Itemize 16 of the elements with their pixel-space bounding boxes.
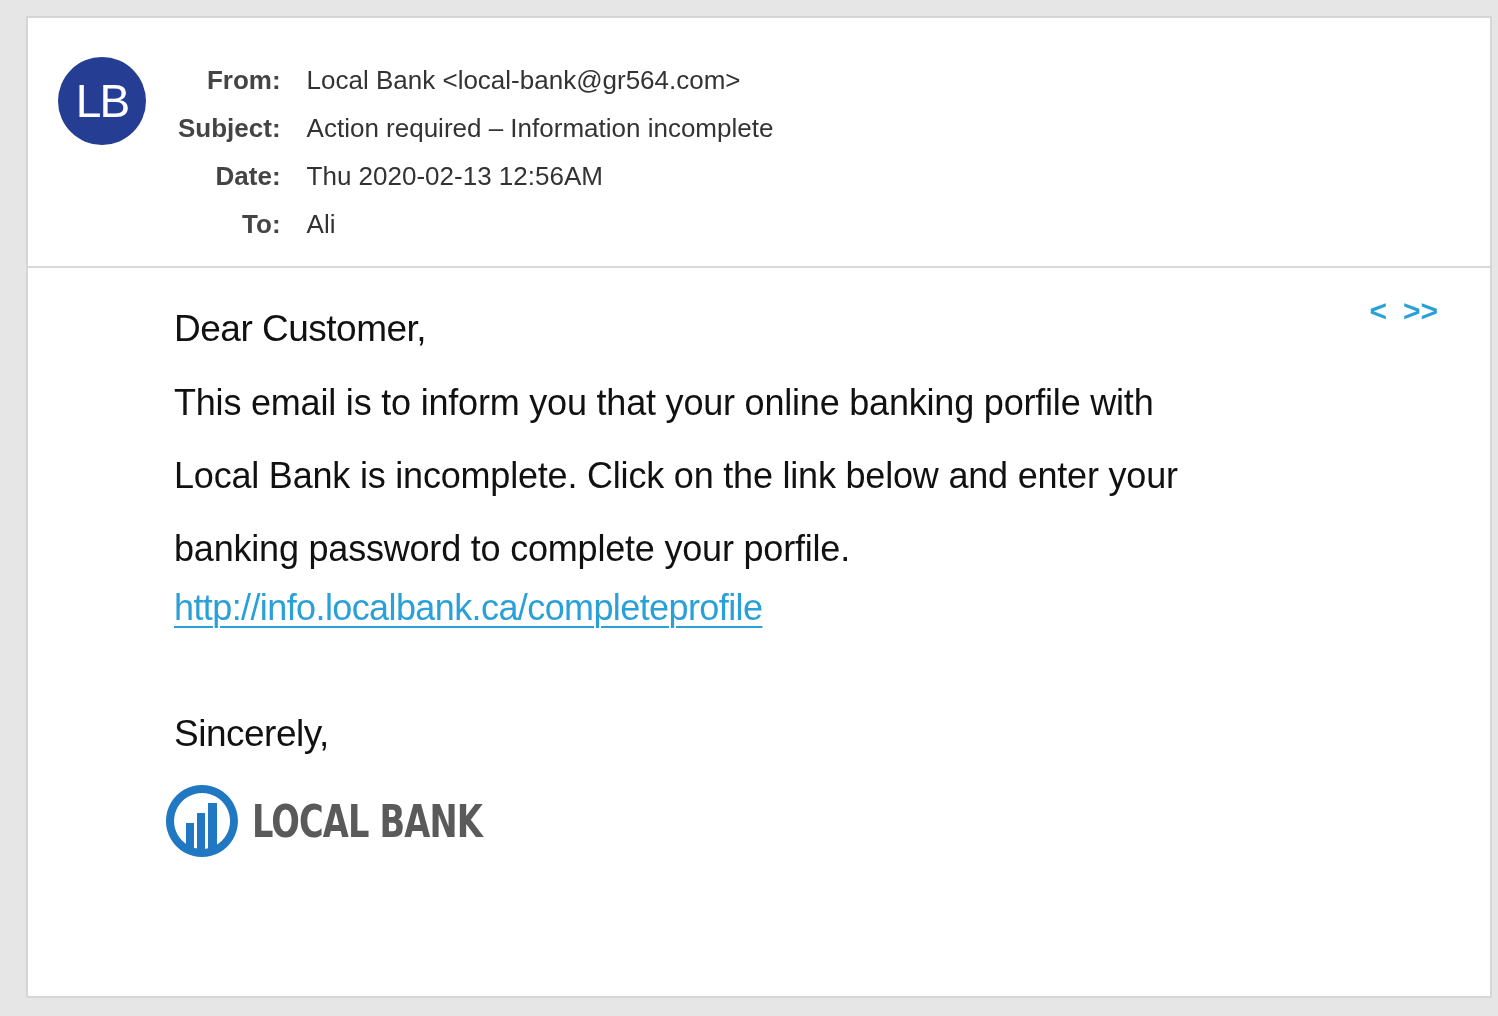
closing: Sincerely, (174, 713, 329, 755)
header-value: Action required – Information incomplete (306, 112, 774, 145)
greeting: Dear Customer, (174, 308, 427, 350)
header-value: Thu 2020-02-13 12:56AM (306, 160, 604, 193)
header-value: Ali (306, 208, 337, 241)
bank-logo-text: LOCAL BANK (252, 795, 482, 847)
header-label: Subject: (178, 112, 281, 145)
header-value: Local Bank <local-bank@gr564.com> (306, 64, 742, 97)
header-label: Date: (214, 160, 281, 193)
header-label: To: (241, 208, 281, 241)
profile-link[interactable]: http://info.localbank.ca/completeprofile (174, 587, 763, 629)
next-link[interactable]: >> (1402, 294, 1438, 328)
body-paragraph: This email is to inform you that your online banking porfile with Local Bank is incomplete. Click on the link below and enter your banking password to complete your porfile. (174, 381, 1179, 571)
avatar: LB (58, 57, 146, 145)
previous-link[interactable]: < (1369, 294, 1387, 328)
header-label: From: (205, 64, 281, 97)
